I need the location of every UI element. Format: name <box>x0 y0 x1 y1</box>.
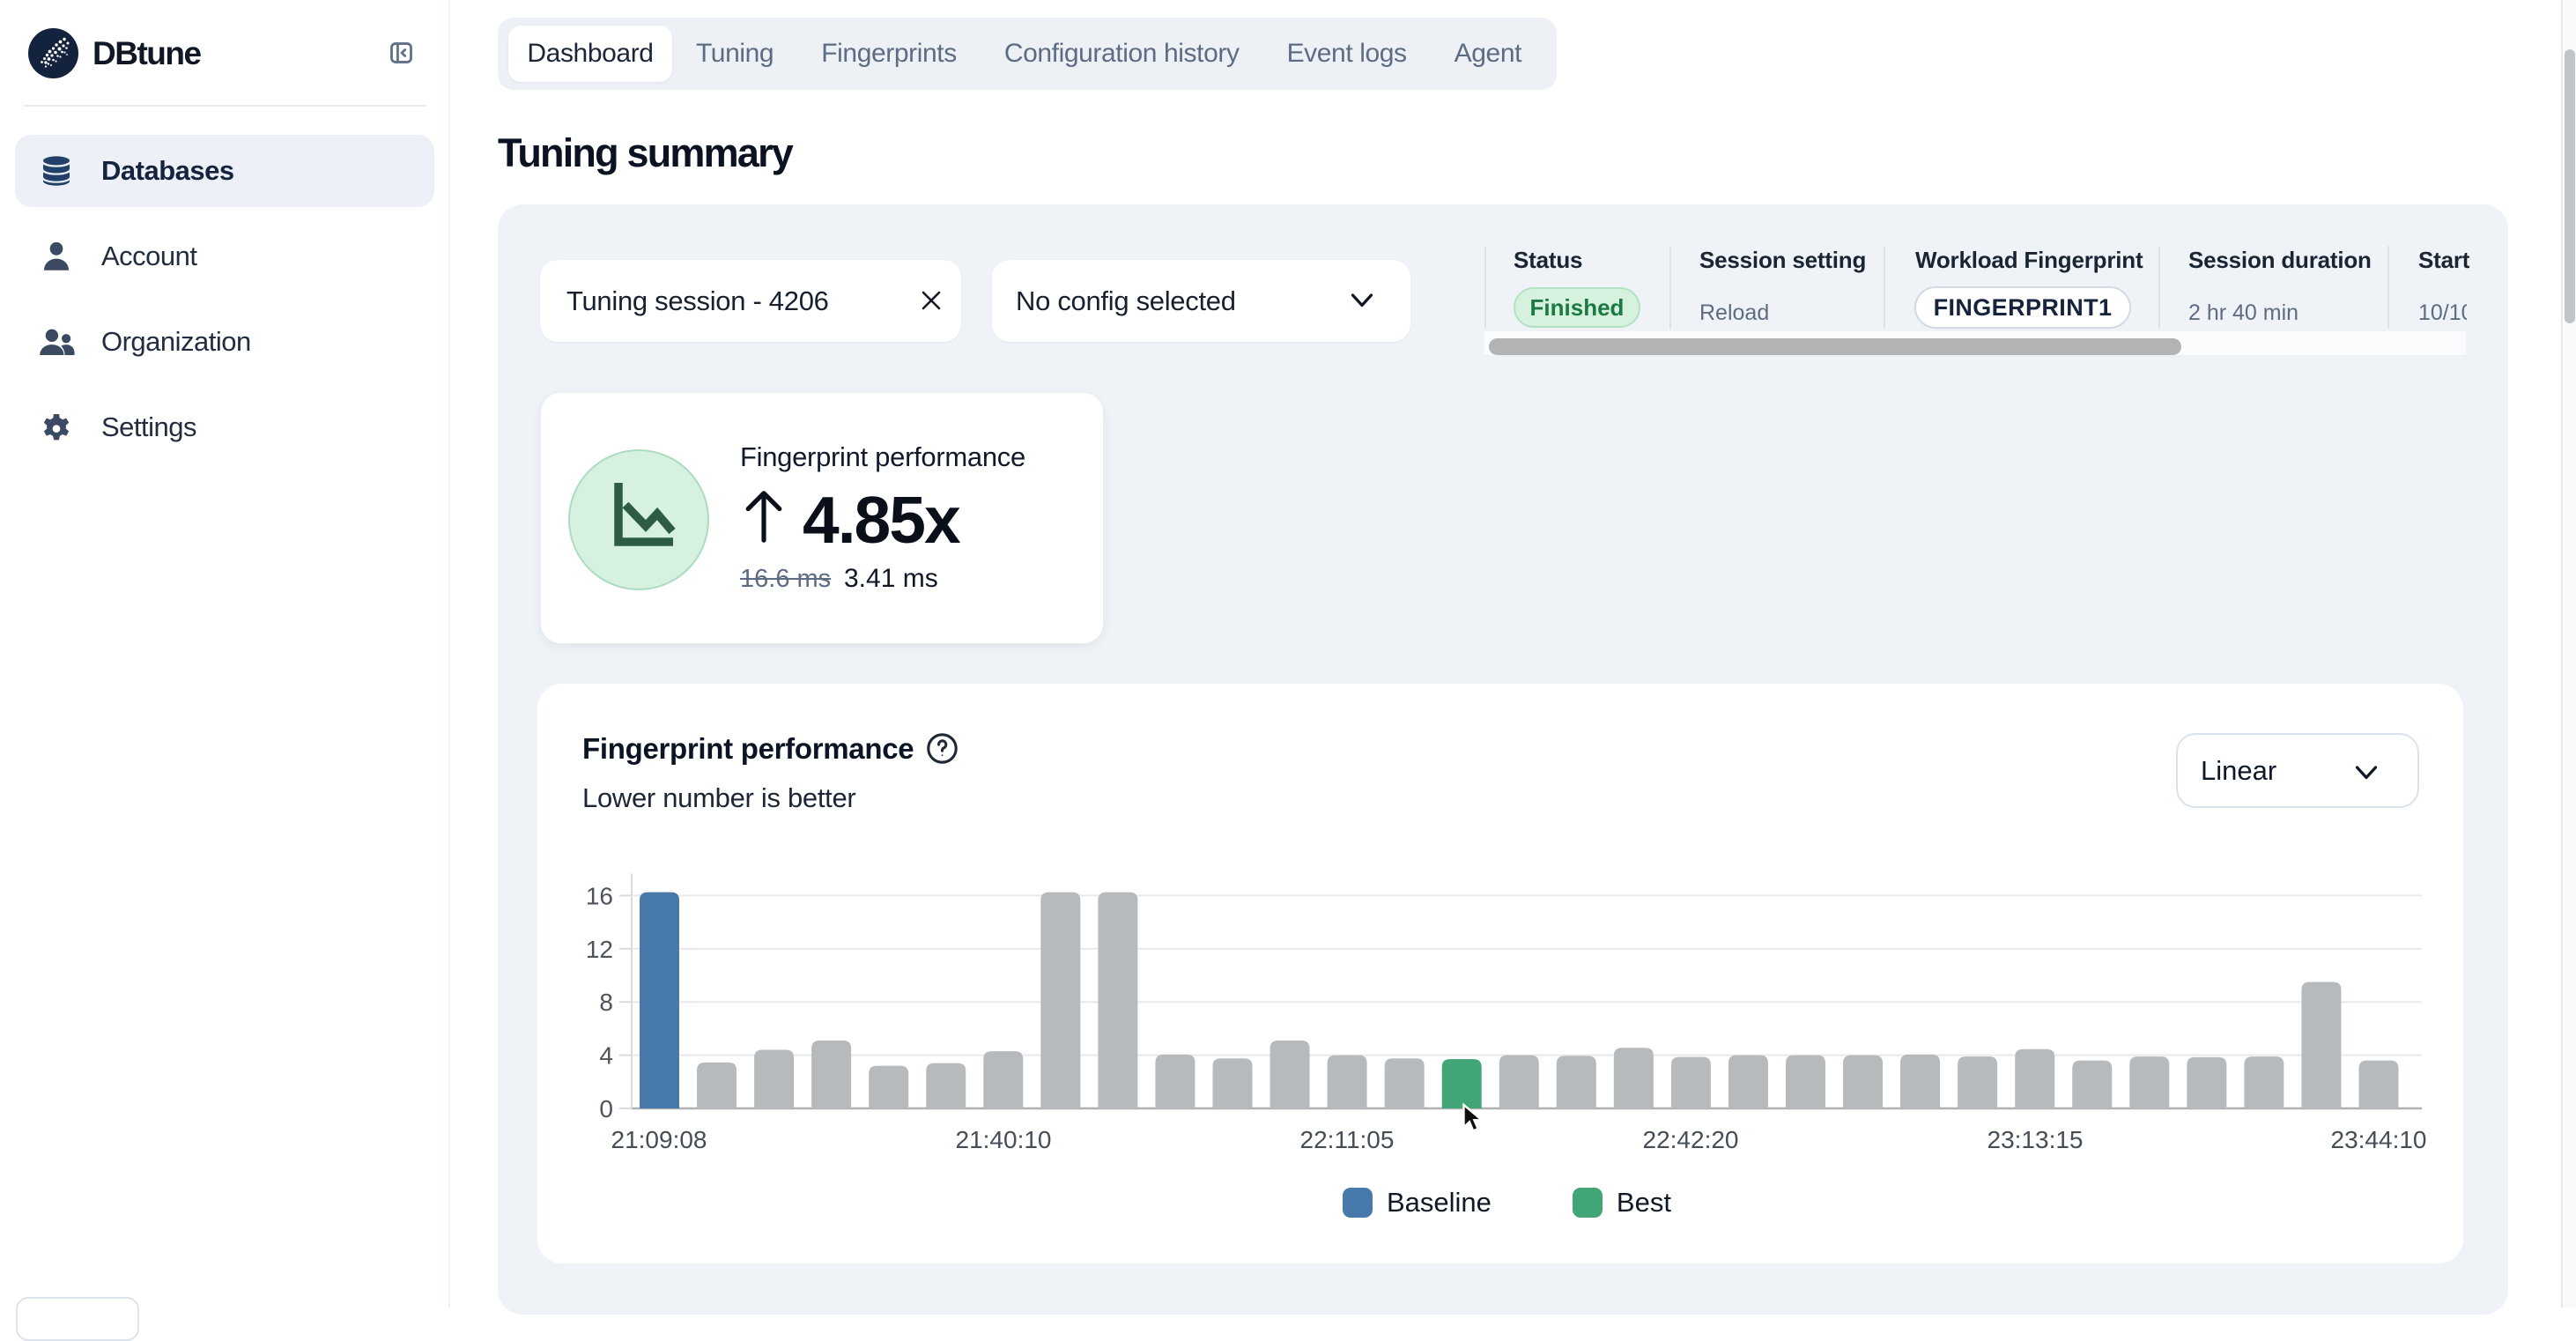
svg-text:21:09:08: 21:09:08 <box>611 1126 707 1153</box>
svg-text:0: 0 <box>599 1095 613 1122</box>
svg-text:12: 12 <box>586 936 613 963</box>
svg-text:22:11:05: 22:11:05 <box>1300 1126 1395 1153</box>
svg-text:16: 16 <box>586 882 613 909</box>
svg-text:21:40:10: 21:40:10 <box>956 1126 1052 1153</box>
svg-text:4: 4 <box>599 1042 613 1070</box>
svg-text:22:42:20: 22:42:20 <box>1643 1126 1739 1153</box>
svg-text:23:44:10: 23:44:10 <box>2331 1126 2427 1153</box>
svg-text:8: 8 <box>599 989 613 1016</box>
svg-text:23:13:15: 23:13:15 <box>1988 1126 2084 1153</box>
